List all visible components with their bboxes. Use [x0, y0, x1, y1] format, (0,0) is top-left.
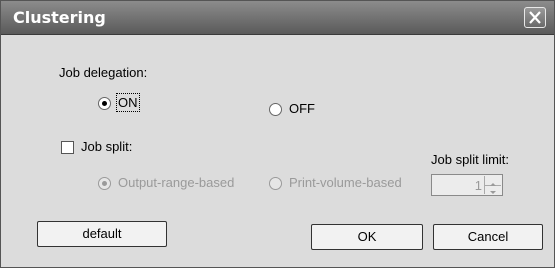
- default-button[interactable]: default: [37, 221, 167, 247]
- dialog-title: Clustering: [13, 8, 106, 27]
- close-button[interactable]: [524, 7, 546, 28]
- radio-selected-dot: [102, 181, 107, 186]
- job-split-limit-label: Job split limit:: [431, 152, 510, 167]
- radio-selected-dot: [102, 101, 107, 106]
- ok-button[interactable]: OK: [311, 224, 423, 250]
- job-split-label[interactable]: Job split:: [81, 139, 132, 154]
- spinner-buttons: [484, 176, 501, 194]
- arrow-down-icon: [490, 191, 496, 194]
- delegation-off-label[interactable]: OFF: [289, 101, 315, 116]
- job-split-limit-value[interactable]: 1: [475, 178, 482, 193]
- print-volume-radio[interactable]: [269, 177, 282, 190]
- cancel-button[interactable]: Cancel: [433, 224, 543, 250]
- spin-down-button[interactable]: [485, 185, 501, 194]
- job-split-limit-spinner[interactable]: 1: [431, 174, 503, 196]
- title-bar[interactable]: Clustering: [1, 1, 554, 35]
- job-split-checkbox[interactable]: [61, 141, 74, 154]
- output-range-label[interactable]: Output-range-based: [118, 175, 234, 190]
- clustering-dialog: Clustering Job delegation: ON OFF Job sp…: [0, 0, 555, 268]
- output-range-radio[interactable]: [98, 177, 111, 190]
- job-delegation-label: Job delegation:: [59, 65, 148, 80]
- delegation-off-radio[interactable]: [269, 103, 282, 116]
- print-volume-label[interactable]: Print-volume-based: [289, 175, 402, 190]
- delegation-on-radio[interactable]: [98, 97, 111, 110]
- close-icon: [529, 11, 541, 24]
- delegation-on-label[interactable]: ON: [116, 93, 140, 112]
